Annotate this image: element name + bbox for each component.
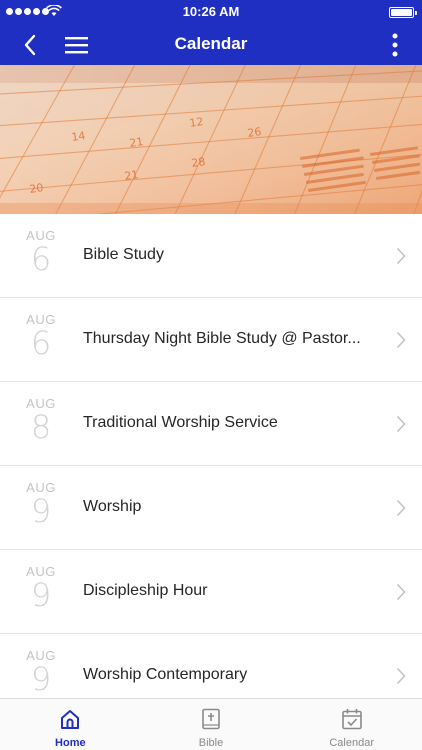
event-date: AUG 6 <box>22 228 60 275</box>
svg-text:21: 21 <box>124 168 140 183</box>
tab-bible[interactable]: Bible <box>141 699 282 750</box>
tab-calendar[interactable]: Calendar <box>281 699 422 750</box>
event-list: AUG 6 Bible Study AUG 6 Thursday Night B… <box>0 214 422 698</box>
tab-home[interactable]: Home <box>0 699 141 750</box>
status-bar: 10:26 AM <box>0 0 422 24</box>
event-date: AUG 6 <box>22 312 60 359</box>
event-row[interactable]: AUG 8 Traditional Worship Service <box>0 382 422 466</box>
navigation-bar: Calendar <box>0 24 422 65</box>
svg-text:21: 21 <box>129 135 145 150</box>
event-date: AUG 8 <box>22 396 60 443</box>
event-row[interactable]: AUG 9 Worship Contemporary <box>0 634 422 698</box>
event-title: Thursday Night Bible Study @ Pastor... <box>83 330 361 347</box>
event-day: 9 <box>30 576 52 614</box>
event-row[interactable]: AUG 9 Discipleship Hour <box>0 550 422 634</box>
event-day: 6 <box>30 324 52 362</box>
event-title: Traditional Worship Service <box>83 414 278 431</box>
svg-text:12: 12 <box>189 115 205 130</box>
svg-text:20: 20 <box>29 181 45 196</box>
calendar-check-icon <box>341 709 362 730</box>
event-date: AUG 9 <box>22 648 60 695</box>
chevron-right-icon <box>396 499 406 517</box>
chevron-right-icon <box>396 247 406 265</box>
event-row[interactable]: AUG 9 Worship <box>0 466 422 550</box>
svg-text:26: 26 <box>247 125 263 140</box>
back-arrow-icon[interactable] <box>18 32 44 58</box>
tab-label: Bible <box>198 737 224 749</box>
home-icon <box>61 710 80 729</box>
tab-bar: Home Bible Calendar <box>0 698 422 750</box>
event-row[interactable]: AUG 6 Thursday Night Bible Study @ Pasto… <box>0 298 422 382</box>
event-day: 9 <box>30 492 52 530</box>
event-date: AUG 9 <box>22 564 60 611</box>
event-day: 9 <box>30 660 52 698</box>
status-time: 10:26 AM <box>182 4 240 19</box>
event-day: 6 <box>30 240 52 278</box>
svg-text:28: 28 <box>191 155 207 170</box>
event-row[interactable]: AUG 6 Bible Study <box>0 214 422 298</box>
chevron-right-icon <box>396 331 406 349</box>
event-title: Worship <box>83 498 142 515</box>
event-day: 8 <box>30 408 52 446</box>
battery-icon <box>389 7 417 18</box>
hamburger-menu-icon[interactable] <box>64 33 90 57</box>
svg-text:14: 14 <box>71 129 87 144</box>
more-options-icon[interactable] <box>390 31 400 59</box>
event-title: Worship Contemporary <box>83 666 248 683</box>
chevron-right-icon <box>396 667 406 685</box>
tab-label: Calendar <box>329 737 374 749</box>
bible-icon <box>202 708 220 730</box>
event-title: Discipleship Hour <box>83 582 208 599</box>
event-date: AUG 9 <box>22 480 60 527</box>
chevron-right-icon <box>396 415 406 433</box>
tab-label: Home <box>55 737 86 749</box>
event-title: Bible Study <box>83 246 164 263</box>
calendar-banner-image: 20 21 28 21 14 26 12 <box>0 65 422 214</box>
chevron-right-icon <box>396 583 406 601</box>
